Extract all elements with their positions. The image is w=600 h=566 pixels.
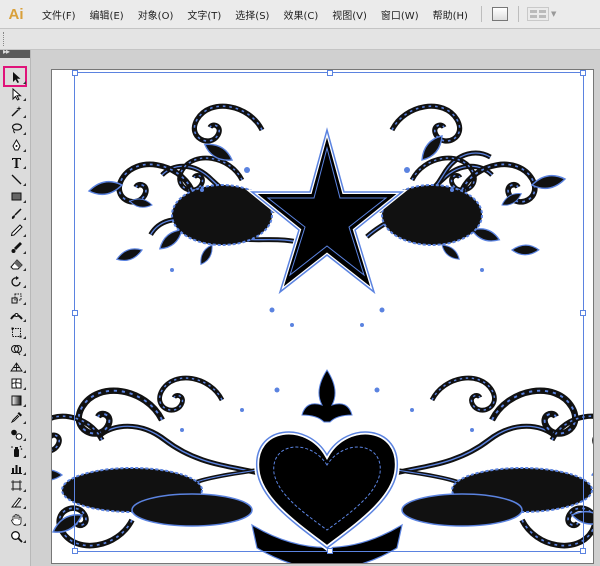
menu-help[interactable]: 帮助(H) xyxy=(426,7,475,22)
rectangle-tool-icon[interactable] xyxy=(6,189,26,204)
menu-file[interactable]: 文件(F) xyxy=(35,7,83,22)
resize-handle[interactable] xyxy=(327,548,333,554)
rotate-tool-icon[interactable] xyxy=(6,274,26,289)
resize-handle[interactable] xyxy=(72,548,78,554)
shape-builder-tool-icon[interactable] xyxy=(6,342,26,357)
zoom-tool-icon[interactable] xyxy=(6,529,26,544)
pencil-tool-icon[interactable] xyxy=(6,223,26,238)
menu-separator xyxy=(517,6,519,22)
arrange-documents-icon[interactable] xyxy=(526,7,549,21)
app-logo: Ai xyxy=(8,5,24,23)
hand-tool-icon[interactable] xyxy=(6,512,26,527)
lasso-tool-icon[interactable] xyxy=(6,121,26,136)
canvas-workspace[interactable] xyxy=(31,50,600,566)
eyedropper-tool-icon[interactable] xyxy=(6,410,26,425)
tools-panel: ▸▸ xyxy=(0,47,31,566)
selection-tool-icon[interactable] xyxy=(6,70,26,85)
perspective-grid-tool-icon[interactable] xyxy=(6,359,26,374)
resize-handle[interactable] xyxy=(72,310,78,316)
scale-tool-icon[interactable] xyxy=(6,291,26,306)
tools-panel-header[interactable]: ▸▸ xyxy=(0,47,30,58)
menu-effect[interactable]: 效果(C) xyxy=(276,7,325,22)
menu-separator xyxy=(480,6,482,22)
symbol-sprayer-tool-icon[interactable] xyxy=(6,444,26,459)
width-tool-icon[interactable] xyxy=(6,308,26,323)
blend-tool-icon[interactable] xyxy=(6,427,26,442)
menu-view[interactable]: 视图(V) xyxy=(325,7,374,22)
selection-bounding-box[interactable] xyxy=(72,70,586,554)
resize-handle[interactable] xyxy=(580,548,586,554)
menu-window[interactable]: 窗口(W) xyxy=(374,7,426,22)
column-graph-tool-icon[interactable] xyxy=(6,461,26,476)
bridge-icon[interactable] xyxy=(491,7,508,21)
menu-object[interactable]: 对象(O) xyxy=(131,7,181,22)
blob-brush-tool-icon[interactable] xyxy=(6,240,26,255)
menu-edit[interactable]: 编辑(E) xyxy=(83,7,131,22)
menu-select[interactable]: 选择(S) xyxy=(228,7,276,22)
resize-handle[interactable] xyxy=(72,70,78,76)
paintbrush-tool-icon[interactable] xyxy=(6,206,26,221)
resize-handle[interactable] xyxy=(327,70,333,76)
magic-wand-tool-icon[interactable] xyxy=(6,104,26,119)
resize-handle[interactable] xyxy=(580,70,586,76)
artboard-tool-icon[interactable] xyxy=(6,478,26,493)
chevron-down-icon[interactable]: ▼ xyxy=(551,10,556,18)
artboard[interactable] xyxy=(51,69,594,564)
slice-tool-icon[interactable] xyxy=(6,495,26,510)
free-transform-tool-icon[interactable] xyxy=(6,325,26,340)
menu-type[interactable]: 文字(T) xyxy=(180,7,228,22)
pen-tool-icon[interactable] xyxy=(6,138,26,153)
gradient-tool-icon[interactable] xyxy=(6,393,26,408)
direct-selection-tool-icon[interactable] xyxy=(6,87,26,102)
control-bar xyxy=(0,29,600,50)
menu-bar: Ai 文件(F) 编辑(E) 对象(O) 文字(T) 选择(S) 效果(C) 视… xyxy=(0,0,600,29)
grip-handle[interactable] xyxy=(3,32,7,46)
mesh-tool-icon[interactable] xyxy=(6,376,26,391)
type-tool-icon[interactable] xyxy=(6,155,26,170)
resize-handle[interactable] xyxy=(580,310,586,316)
eraser-tool-icon[interactable] xyxy=(6,257,26,272)
line-segment-tool-icon[interactable] xyxy=(6,172,26,187)
